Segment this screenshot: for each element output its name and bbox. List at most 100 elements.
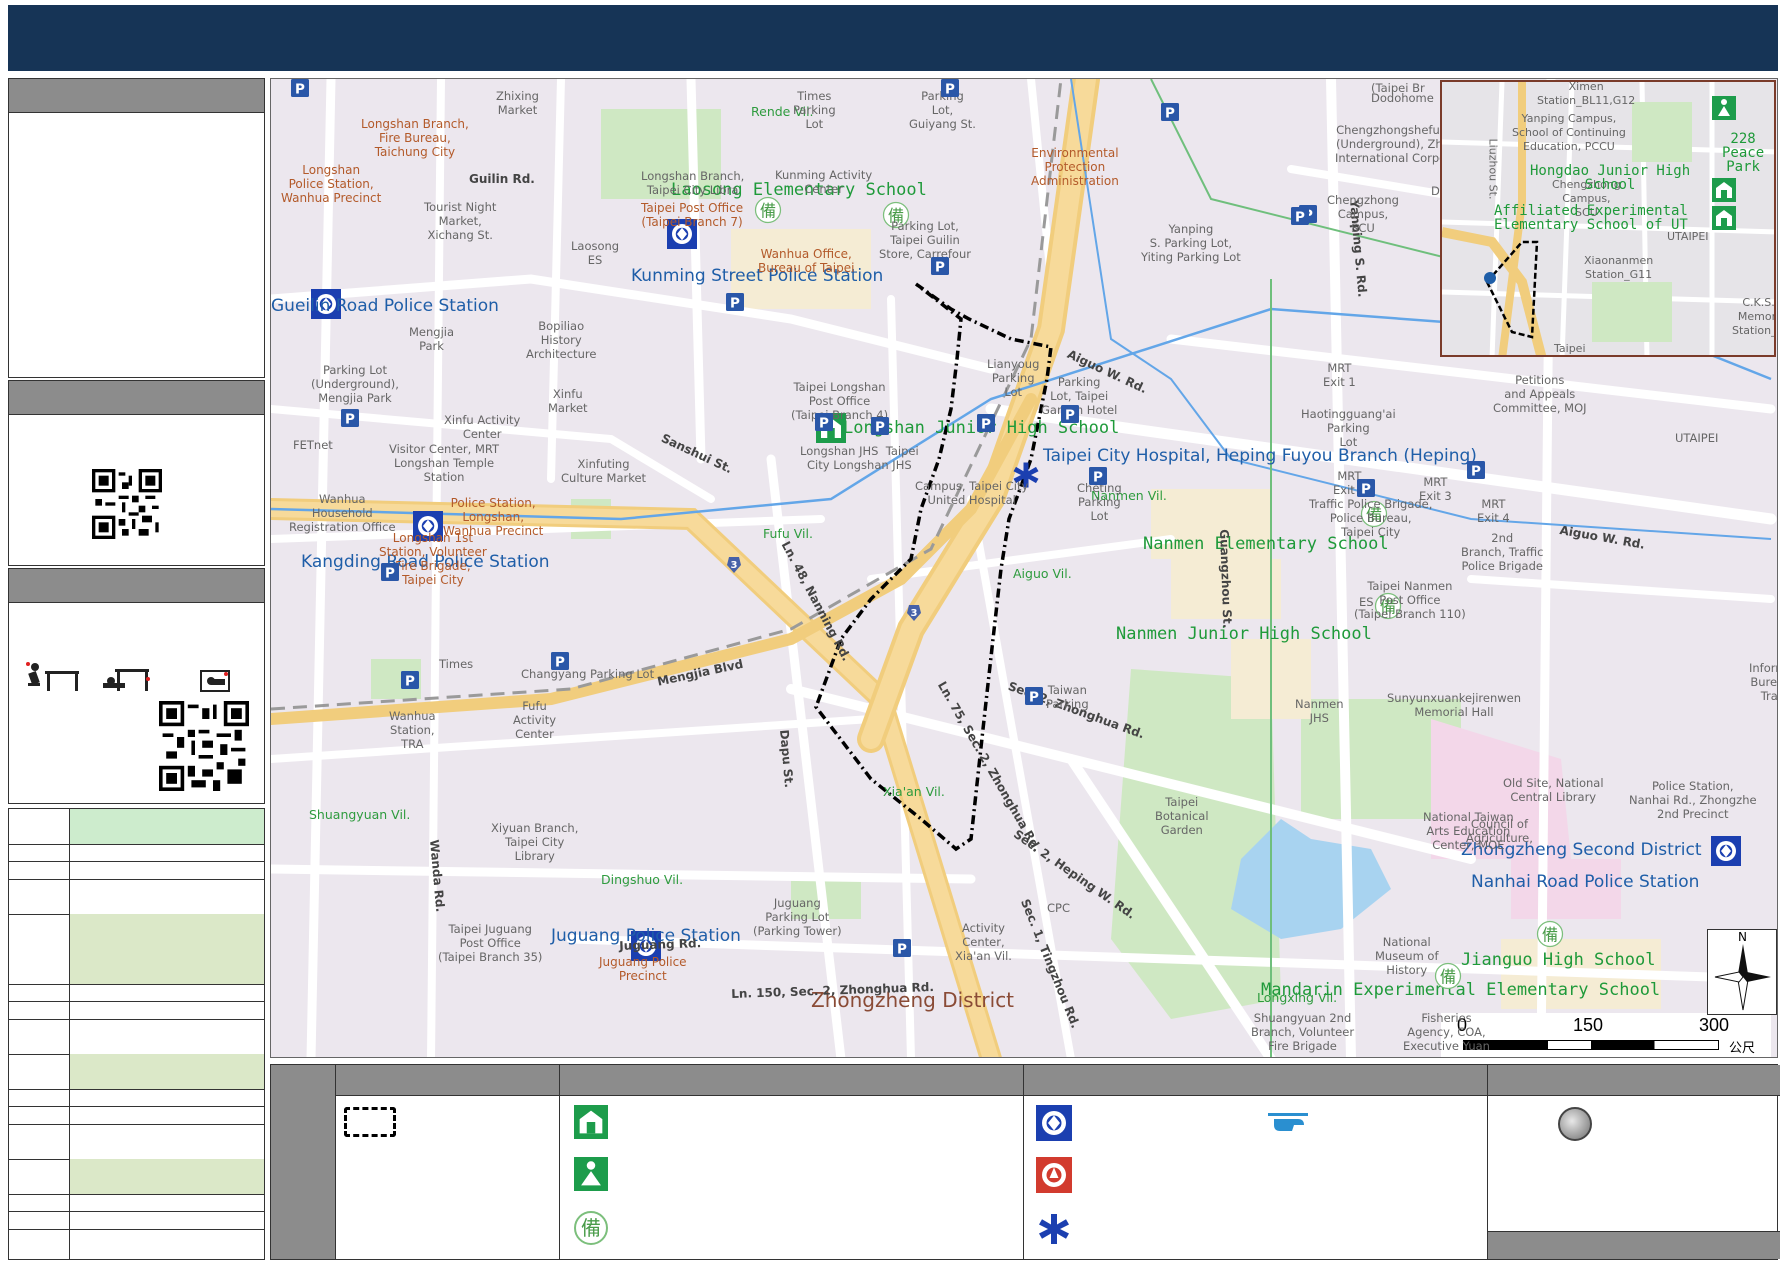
svg-text:P: P bbox=[981, 416, 991, 432]
poi-label: Bopiliao History Architecture bbox=[526, 319, 597, 361]
svg-text:P: P bbox=[385, 565, 395, 581]
poi-label-orange: Environmental Protection Administration bbox=[1031, 146, 1119, 188]
qr-code-2[interactable] bbox=[159, 701, 249, 791]
poi-label: CPC bbox=[1047, 901, 1070, 915]
info-panel-1-header bbox=[9, 79, 264, 113]
park-shelter-icon bbox=[574, 1157, 608, 1191]
inset-green-label: 228 Peace Park bbox=[1722, 131, 1765, 175]
poi-label: Changyang Parking Lot bbox=[521, 667, 655, 681]
poi-label: Haotingguang'ai Parking Lot bbox=[1301, 407, 1396, 449]
svg-text:備: 備 bbox=[760, 201, 776, 220]
poi-label: Activity Center, Xia'an Vil. bbox=[955, 921, 1012, 963]
poi-label-orange: Longshan Police Station, Wanhua Precinct bbox=[281, 163, 382, 205]
legend-col-facilities bbox=[1023, 1065, 1488, 1259]
reserve-shelter-icon: 備 bbox=[1536, 920, 1564, 948]
village-label: Aiguo Vil. bbox=[1013, 566, 1072, 581]
scale-tick-150: 150 bbox=[1573, 1015, 1604, 1035]
poi-label: Parking Lot (Underground), Mengjia Park bbox=[311, 363, 399, 405]
poi-label: Parking Lot, Taipei Guilin Store, Carref… bbox=[879, 219, 971, 261]
svg-text:P: P bbox=[1361, 481, 1371, 497]
poi-label: Times bbox=[439, 657, 474, 671]
poi-label: Parking Lot, Taipei Garden Hotel bbox=[1041, 375, 1118, 417]
svg-text:P: P bbox=[1065, 407, 1075, 423]
parking-icon: P bbox=[1291, 207, 1309, 225]
reserve-shelter-icon: 備 bbox=[574, 1211, 608, 1245]
info-table bbox=[8, 808, 265, 1260]
legend-col-other bbox=[1487, 1065, 1780, 1259]
parking-icon: P bbox=[941, 79, 959, 97]
poi-label: Lianyoug Parking Lot bbox=[987, 357, 1040, 399]
poi-label: National Museum of History bbox=[1375, 935, 1439, 977]
table-row bbox=[9, 914, 264, 985]
poi-label: Taipei Botanical Garden bbox=[1155, 795, 1209, 837]
village-label: Dingshuo Vil. bbox=[601, 872, 684, 887]
info-panel-3-header bbox=[9, 569, 264, 603]
svg-text:P: P bbox=[945, 81, 955, 97]
school-shelter-icon bbox=[1712, 206, 1736, 230]
svg-text:3: 3 bbox=[911, 608, 918, 619]
parking-icon: P bbox=[1357, 479, 1375, 497]
title-bar bbox=[8, 5, 1778, 71]
poi-label: Old Site, National Central Library bbox=[1503, 776, 1604, 804]
park-shelter-icon bbox=[1712, 96, 1736, 120]
info-panel-2 bbox=[8, 380, 265, 566]
inset-map[interactable]: Ximen Station_BL11,G12 Yanping Campus, S… bbox=[1440, 80, 1776, 357]
qr-code-1[interactable] bbox=[92, 469, 162, 539]
scale-bar: 0 150 300 公尺 bbox=[1441, 1013, 1771, 1057]
poi-label: UTAIPEI bbox=[1675, 431, 1719, 445]
parking-icon: P bbox=[1467, 461, 1485, 479]
inset-label: Taipei bbox=[1554, 342, 1586, 355]
table-row bbox=[9, 844, 264, 862]
hospital-label: Taipei City Hospital, Heping Fuyou Branc… bbox=[1043, 446, 1477, 466]
parking-icon: P bbox=[381, 563, 399, 581]
poi-label: 2nd Branch, Traffic Police Brigade bbox=[1461, 531, 1544, 573]
poi-label: Campus, Taipei City United Hospital bbox=[915, 479, 1029, 507]
poi-label: Fufu Activity Center bbox=[513, 699, 557, 741]
road-label: Juguang Rd. bbox=[619, 936, 702, 953]
inset-green-label: Affiliated Experimental Elementary Schoo… bbox=[1494, 203, 1688, 233]
poi-label: Zhixing Market bbox=[496, 89, 539, 117]
parking-icon: P bbox=[551, 652, 569, 670]
police-station-icon bbox=[1711, 836, 1741, 866]
poi-label: Yanping S. Parking Lot, Yiting Parking L… bbox=[1141, 222, 1241, 264]
poi-label: Fisheries Agency, COA, Executive Yuan bbox=[1403, 1011, 1490, 1053]
gathering-point-icon bbox=[1558, 1107, 1592, 1141]
parking-icon: P bbox=[401, 671, 419, 689]
medical-icon bbox=[1039, 1214, 1069, 1244]
poi-label: Xiyuan Branch, Taipei City Library bbox=[491, 821, 579, 863]
scale-tick-300: 300 bbox=[1699, 1015, 1730, 1035]
parking-icon: P bbox=[726, 293, 744, 311]
legend-col-route bbox=[335, 1065, 560, 1259]
svg-text:P: P bbox=[1093, 469, 1103, 485]
poi-label: Longshan Branch, Taipei City Libra bbox=[641, 169, 745, 197]
poi-label: Taipei Longshan Post Office (Taipei Bran… bbox=[791, 380, 889, 422]
poi-label: Visitor Center, MRT Longshan Temple Stat… bbox=[389, 442, 500, 484]
map-legend: 備 bbox=[270, 1064, 1780, 1260]
poi-label: Chengzhong Campus, SCU bbox=[1327, 193, 1399, 235]
poi-label: Sunyunxuankejirenwen Memorial Hall bbox=[1387, 691, 1522, 719]
svg-text:P: P bbox=[345, 411, 355, 427]
poi-label: Taipei Juguang Post Office (Taipei Branc… bbox=[438, 922, 543, 964]
poi-label: Informatic Bureau of Trade, bbox=[1749, 661, 1778, 703]
north-arrow: N bbox=[1707, 929, 1777, 1015]
poi-label: MRT Exit 1 bbox=[1323, 361, 1356, 389]
parking-icon: P bbox=[1089, 467, 1107, 485]
poi-label-orange: Juguang Police Precinct bbox=[599, 955, 687, 983]
info-panel-2-header bbox=[9, 381, 264, 415]
police-station-icon bbox=[1036, 1105, 1072, 1141]
reserve-shelter-icon: 備 bbox=[754, 196, 782, 224]
village-label: Fufu Vil. bbox=[763, 526, 813, 541]
poi-label: Nanmen JHS bbox=[1295, 697, 1344, 725]
table-row bbox=[9, 1019, 264, 1055]
poi-label: Wanhua Station, TRA bbox=[389, 709, 436, 751]
parking-icon: P bbox=[1025, 687, 1043, 705]
table-row bbox=[9, 1124, 264, 1160]
scale-unit: 公尺 bbox=[1729, 1041, 1756, 1056]
poi-label: Taiwan Parking bbox=[1046, 683, 1089, 711]
parking-icon: P bbox=[871, 417, 889, 435]
poi-label: Council of Agriculture, bbox=[1466, 817, 1533, 845]
inset-label: Liuzhou St. bbox=[1486, 138, 1500, 200]
poi-label-orange: Taipei Post Office (Taipei Branch 7) bbox=[641, 201, 744, 229]
table-row bbox=[9, 879, 264, 915]
poi-label: Mengjia Park bbox=[409, 325, 455, 353]
